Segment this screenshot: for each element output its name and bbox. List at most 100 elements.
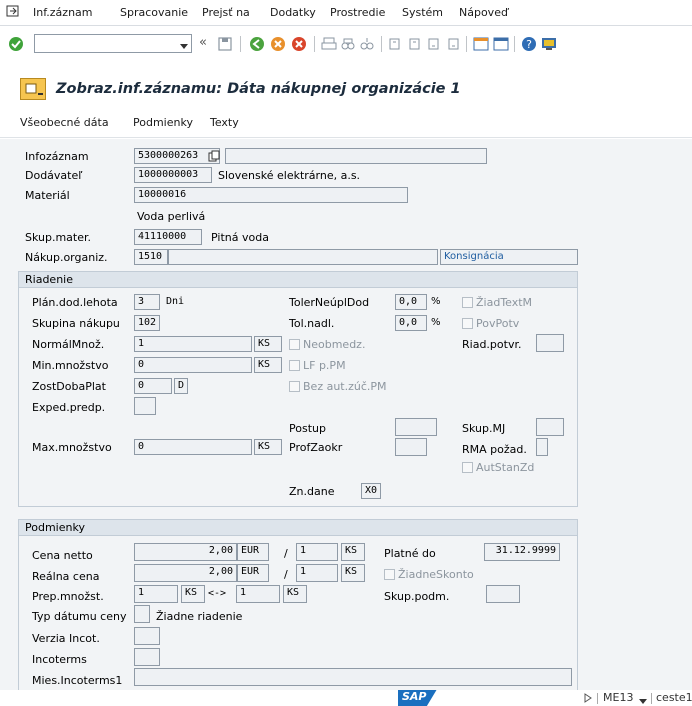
chevron-down-icon[interactable] — [180, 40, 188, 49]
konsignacia-field: Konsignácia — [440, 249, 578, 265]
realna-field[interactable]: 2,00 — [134, 564, 237, 582]
skup-mater-label: Skup.mater. — [25, 231, 92, 244]
menu-bar: Inf.záznam Spracovanie Prejsť na Dodatky… — [0, 0, 692, 26]
screen-menu-icon[interactable] — [20, 78, 46, 100]
create-session-icon[interactable] — [473, 36, 489, 52]
status-expand-icon[interactable] — [584, 693, 592, 703]
min-field[interactable]: 0 — [134, 357, 252, 373]
dodavatel-field[interactable]: 1000000003 — [134, 167, 212, 183]
menu-inf-zaznam[interactable]: Inf.záznam — [33, 6, 93, 19]
layout-menu-icon[interactable] — [541, 36, 557, 52]
normal-unit-field[interactable]: KS — [254, 336, 282, 352]
material-field[interactable]: 10000016 — [134, 187, 408, 203]
shortcut-icon[interactable] — [493, 36, 509, 52]
neobmedz-checkbox[interactable] — [289, 339, 300, 350]
prep-value2[interactable]: 1 — [236, 585, 280, 603]
tol-nadl-field[interactable]: 0,0 — [395, 315, 427, 331]
skup-nakupu-label: Skupina nákupu — [32, 317, 120, 330]
menu-prostredie[interactable]: Prostredie — [330, 6, 385, 19]
back-icon[interactable] — [249, 36, 265, 52]
zost-field[interactable]: 0 — [134, 378, 172, 394]
cena-netto-unit[interactable]: KS — [341, 543, 365, 561]
incoterms-field[interactable] — [134, 648, 160, 666]
max-field[interactable]: 0 — [134, 439, 252, 455]
menu-toggle-icon[interactable] — [6, 5, 20, 18]
conditions-button[interactable]: Podmienky — [133, 116, 193, 129]
skup-mj-field[interactable] — [536, 418, 564, 436]
min-unit-field[interactable]: KS — [254, 357, 282, 373]
first-page-icon[interactable] — [388, 36, 404, 52]
normal-field[interactable]: 1 — [134, 336, 252, 352]
chevron-down-icon[interactable] — [639, 695, 647, 704]
prep-arrow: <-> — [208, 588, 227, 599]
skup-nakupu-field[interactable]: 102 — [134, 315, 160, 331]
next-page-icon[interactable] — [426, 36, 442, 52]
back-glyph[interactable]: « — [199, 35, 207, 50]
general-data-button[interactable]: Všeobecné dáta — [20, 116, 109, 129]
cancel-icon[interactable] — [291, 36, 307, 52]
realna-per[interactable]: 1 — [296, 564, 338, 582]
realna-unit[interactable]: KS — [341, 564, 365, 582]
skup-podm-field[interactable] — [486, 585, 520, 603]
platne-do-field[interactable]: 31.12.9999 — [484, 543, 560, 561]
postup-field[interactable] — [395, 418, 437, 436]
slash2: / — [284, 568, 288, 581]
ziad-text-checkbox[interactable] — [462, 297, 473, 308]
cena-netto-field[interactable]: 2,00 — [134, 543, 237, 561]
realna-cur[interactable]: EUR — [237, 564, 269, 582]
save-icon[interactable] — [217, 36, 233, 52]
aut-stan-checkbox[interactable] — [462, 462, 473, 473]
material-label: Materiál — [25, 189, 70, 202]
texts-button[interactable]: Texty — [210, 116, 239, 129]
enter-check-icon[interactable] — [8, 36, 24, 52]
pov-potv-label: PovPotv — [476, 317, 520, 330]
verzia-field[interactable] — [134, 627, 160, 645]
lf-pm-checkbox[interactable] — [289, 360, 300, 371]
bez-aut-label: Bez aut.zúč.PM — [303, 380, 387, 393]
last-page-icon[interactable] — [445, 36, 461, 52]
prof-zaokr-field[interactable] — [395, 438, 427, 456]
toler-neupl-field[interactable]: 0,0 — [395, 294, 427, 310]
ziadne-skonto-checkbox[interactable] — [384, 569, 395, 580]
riadenie-header: Riadenie — [19, 272, 577, 288]
menu-napoved[interactable]: Nápoveď — [459, 6, 508, 19]
menu-prejst-na[interactable]: Prejsť na — [202, 6, 250, 19]
svg-text:?: ? — [526, 38, 532, 51]
nakup-org-field[interactable]: 1510 — [134, 249, 168, 265]
tol-nadl-label: Tol.nadl. — [289, 317, 335, 330]
menu-spracovanie[interactable]: Spracovanie — [120, 6, 188, 19]
mies-field[interactable] — [134, 668, 572, 686]
cena-netto-per[interactable]: 1 — [296, 543, 338, 561]
realna-label: Reálna cena — [32, 570, 100, 583]
prep-value1[interactable]: 1 — [134, 585, 178, 603]
plan-dod-field[interactable]: 3 — [134, 294, 160, 310]
command-field[interactable] — [34, 34, 192, 53]
pov-potv-checkbox[interactable] — [462, 318, 473, 329]
max-unit-field[interactable]: KS — [254, 439, 282, 455]
exped-field[interactable] — [134, 397, 156, 415]
rma-field[interactable] — [536, 438, 548, 456]
prep-unit1[interactable]: KS — [181, 585, 205, 603]
nakup-org-desc-field — [168, 249, 438, 265]
podmienky-header: Podmienky — [19, 520, 577, 536]
prev-page-icon[interactable] — [407, 36, 423, 52]
bez-aut-checkbox[interactable] — [289, 381, 300, 392]
print-icon[interactable] — [321, 36, 337, 52]
copy-icon[interactable] — [208, 150, 220, 162]
system-name: ceste1a01 — [656, 691, 692, 704]
menu-dodatky[interactable]: Dodatky — [270, 6, 316, 19]
prep-unit2[interactable]: KS — [283, 585, 307, 603]
help-icon[interactable]: ? — [521, 36, 537, 52]
cena-netto-cur[interactable]: EUR — [237, 543, 269, 561]
zn-dane-field[interactable]: X0 — [361, 483, 381, 499]
ziad-text-label: ŽiadTextM — [476, 296, 533, 309]
riad-potvr-field[interactable] — [536, 334, 564, 352]
typ-datumu-label: Typ dátumu ceny — [32, 610, 127, 623]
find-next-icon[interactable] — [359, 36, 375, 52]
zost-unit-field[interactable]: D — [174, 378, 188, 394]
typ-datumu-field[interactable] — [134, 605, 150, 623]
exit-icon[interactable] — [270, 36, 286, 52]
find-icon[interactable] — [340, 36, 356, 52]
skup-mater-field[interactable]: 41110000 — [134, 229, 202, 245]
menu-system[interactable]: Systém — [402, 6, 443, 19]
